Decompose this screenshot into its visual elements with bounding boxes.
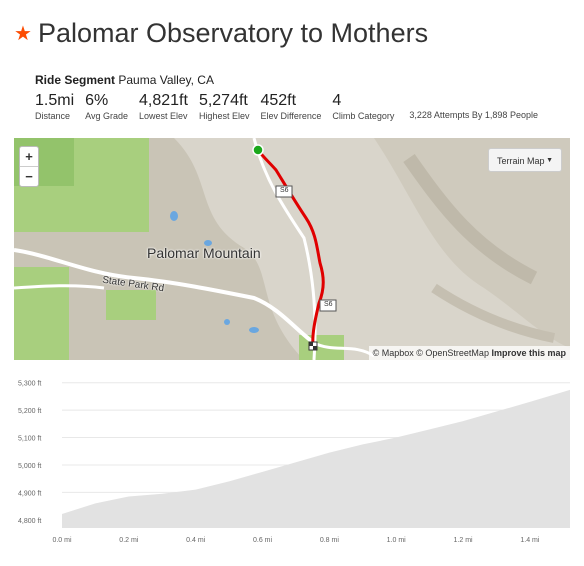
x-tick-label: 0.8 mi — [320, 537, 340, 544]
map-layer-select[interactable]: Terrain Map ▼ — [488, 148, 562, 172]
y-tick-label: 5,200 ft — [18, 408, 41, 415]
segment-map[interactable]: Palomar Mountain State Park Rd S6 S6 + −… — [14, 138, 570, 360]
map-place-label: Palomar Mountain — [147, 245, 261, 261]
attribution-text: © Mapbox © OpenStreetMap — [372, 348, 489, 358]
map-start-marker[interactable] — [252, 144, 264, 156]
stat-lowest-elev: 4,821ft Lowest Elev — [139, 92, 188, 121]
stat-value: 4,821ft — [139, 92, 188, 109]
stats-row: 1.5mi Distance 6% Avg Grade 4,821ft Lowe… — [35, 92, 538, 121]
segment-info: Ride Segment Pauma Valley, CA — [35, 73, 214, 87]
x-tick-label: 0.6 mi — [253, 537, 273, 544]
stat-distance: 1.5mi Distance — [35, 92, 74, 121]
stat-label: Distance — [35, 111, 71, 121]
zoom-out-button[interactable]: − — [20, 166, 38, 186]
stat-label: Lowest Elev — [139, 111, 188, 121]
star-icon[interactable]: ★ — [14, 24, 32, 44]
y-tick-label: 5,100 ft — [18, 436, 41, 443]
x-tick-label: 1.4 mi — [520, 537, 540, 544]
stat-value: 4 — [332, 92, 342, 109]
caret-down-icon: ▼ — [546, 157, 553, 164]
stat-label: Elev Difference — [260, 111, 322, 121]
route-shield-label: S6 — [324, 301, 333, 308]
stat-label: Climb Category — [332, 111, 395, 121]
stat-avg-grade: 6% Avg Grade — [85, 92, 128, 121]
y-tick-label: 5,300 ft — [18, 381, 41, 388]
map-attribution: © Mapbox © OpenStreetMap Improve this ma… — [368, 346, 570, 360]
x-tick-label: 0.0 mi — [52, 537, 72, 544]
route-shield-label: S6 — [280, 187, 289, 194]
y-axis-ticks: 5,300 ft 5,200 ft 5,100 ft 5,000 ft 4,900 ft… — [18, 381, 41, 525]
stat-highest-elev: 5,274ft Highest Elev — [199, 92, 250, 121]
improve-map-link[interactable]: Improve this map — [491, 348, 566, 358]
page-title: Palomar Observatory to Mothers — [37, 18, 429, 48]
stat-climb-category: 4 Climb Category — [332, 92, 394, 121]
zoom-in-button[interactable]: + — [20, 147, 38, 166]
x-tick-label: 1.2 mi — [454, 537, 474, 544]
segment-location: Pauma Valley, CA — [118, 73, 214, 87]
map-park-area — [106, 290, 156, 320]
x-tick-label: 1.0 mi — [387, 537, 407, 544]
x-axis-ticks: 0.0 mi 0.2 mi 0.4 mi 0.6 mi 0.8 mi 1.0 mi 1.2 … — [52, 537, 539, 544]
zoom-controls: + − — [19, 146, 39, 187]
elevation-chart: 5,300 ft 5,200 ft 5,100 ft 5,000 ft 4,900 ft… — [18, 381, 570, 544]
segment-type: Ride Segment — [35, 73, 116, 87]
y-tick-label: 5,000 ft — [18, 463, 41, 470]
y-tick-label: 4,800 ft — [18, 518, 41, 525]
stat-elev-difference: 452ft Elev Difference — [260, 92, 321, 121]
stat-value: 6% — [85, 92, 109, 109]
y-tick-label: 4,900 ft — [18, 490, 41, 497]
map-lake — [224, 319, 230, 325]
map-canvas[interactable] — [14, 138, 570, 360]
stat-value: 5,274ft — [198, 92, 248, 109]
attempts-count: 3,228 Attempts By 1,898 People — [409, 110, 538, 120]
stat-value: 452ft — [260, 92, 297, 109]
header: ★ Palomar Observatory to Mothers — [14, 18, 428, 49]
stat-value: 1.5mi — [35, 92, 75, 109]
map-lake — [170, 211, 178, 221]
map-lake — [249, 327, 259, 333]
map-park-area — [14, 267, 69, 360]
x-tick-label: 0.2 mi — [119, 537, 139, 544]
stat-label: Highest Elev — [198, 111, 250, 121]
x-tick-label: 0.4 mi — [186, 537, 206, 544]
stat-label: Avg Grade — [85, 111, 128, 121]
map-layer-label: Terrain Map — [497, 156, 545, 166]
